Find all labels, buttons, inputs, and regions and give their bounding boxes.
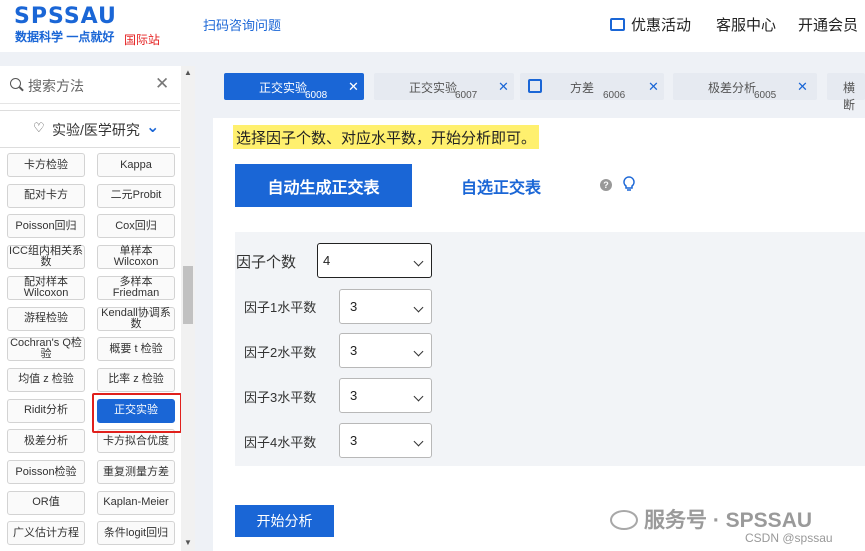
chevron-down-icon <box>413 346 424 357</box>
nav-membership[interactable]: 开通会员 <box>798 14 858 35</box>
method-button[interactable]: OR值 <box>7 490 85 515</box>
checkbox-icon <box>528 79 542 93</box>
chevron-down-icon <box>413 436 424 447</box>
scroll-up-icon[interactable]: ▲ <box>184 68 192 77</box>
nav-promotions[interactable]: 优惠活动 <box>610 14 691 35</box>
method-button[interactable]: Cochran's Q检验 <box>7 337 85 362</box>
method-button[interactable]: 比率 z 检验 <box>97 367 175 392</box>
sidebar-scrollbar[interactable]: ▲ ▼ <box>181 66 195 551</box>
scroll-down-icon[interactable]: ▼ <box>184 538 192 547</box>
category-header[interactable]: ♡ 实验/医学研究 ⌄ <box>0 110 180 148</box>
mode-switch: 自动生成正交表 自选正交表 <box>235 164 590 207</box>
custom-table-button[interactable]: 自选正交表 <box>412 164 590 207</box>
level-select-4[interactable]: 3 <box>339 423 432 458</box>
method-button[interactable]: 条件logit回归 <box>97 521 175 546</box>
category-label: 实验/医学研究 <box>52 122 140 138</box>
level-label: 因子4水平数 <box>244 435 317 450</box>
method-button[interactable]: 二元Probit <box>97 183 175 208</box>
method-button[interactable]: Cox回归 <box>97 214 175 239</box>
method-button[interactable]: ICC组内相关系数 <box>7 245 85 270</box>
level-label: 因子2水平数 <box>244 345 317 360</box>
search-input[interactable]: 搜索方法 <box>28 76 84 96</box>
method-button[interactable]: 广义估计方程 <box>7 521 85 546</box>
tab-orthogonal-6007[interactable]: 正交实验 6007 ✕ <box>374 73 514 101</box>
method-button[interactable]: Kendall协调系数 <box>97 306 175 331</box>
method-button[interactable]: Ridit分析 <box>7 398 85 423</box>
tab-anova-6006[interactable]: 方差 6006 ✕ <box>520 73 664 101</box>
promo-icon <box>610 18 625 31</box>
method-button[interactable]: 游程检验 <box>7 306 85 331</box>
method-button[interactable]: 概要 t 检验 <box>97 337 175 362</box>
auto-generate-button[interactable]: 自动生成正交表 <box>235 164 412 207</box>
hint-text: 选择因子个数、对应水平数，开始分析即可。 <box>233 125 540 149</box>
csdn-watermark: CSDN @spssau <box>745 531 833 545</box>
help-icon[interactable]: ? <box>600 179 612 191</box>
level-select-1[interactable]: 3 <box>339 289 432 324</box>
intl-site-link[interactable]: 国际站 <box>124 31 160 48</box>
tab-range-6005[interactable]: 极差分析 6005 ✕ <box>673 73 817 101</box>
method-button[interactable]: 卡方检验 <box>7 153 85 177</box>
method-button[interactable]: Kaplan-Meier <box>97 490 175 515</box>
close-icon[interactable]: ✕ <box>498 79 509 95</box>
chevron-down-icon <box>413 256 424 267</box>
top-bar: SPSSAU 数据科学 一点就好 国际站 扫码咨询问题 优惠活动 客服中心 开通… <box>0 0 865 52</box>
lightbulb-icon[interactable] <box>622 176 636 192</box>
tab-partial[interactable]: 横断 <box>827 73 865 112</box>
highlight-box <box>92 393 182 433</box>
nav-service[interactable]: 客服中心 <box>716 14 776 35</box>
start-analysis-button[interactable]: 开始分析 <box>235 505 334 537</box>
method-button[interactable]: 均值 z 检验 <box>7 367 85 392</box>
method-button[interactable]: 单样本Wilcoxon <box>97 245 175 270</box>
chevron-down-icon[interactable]: ⌄ <box>146 117 159 137</box>
method-button[interactable]: 多样本Friedman <box>97 275 175 300</box>
search-box[interactable]: 搜索方法 ✕ <box>0 66 180 104</box>
factor-count-select[interactable]: 4 <box>317 243 432 278</box>
scroll-thumb[interactable] <box>183 266 193 324</box>
level-label: 因子3水平数 <box>244 390 317 405</box>
wechat-icon <box>610 510 638 530</box>
tab-orthogonal-6008[interactable]: 正交实验 6008 ✕ <box>224 73 364 101</box>
level-select-3[interactable]: 3 <box>339 378 432 413</box>
scan-consult-link[interactable]: 扫码咨询问题 <box>203 15 281 34</box>
chevron-down-icon <box>413 302 424 313</box>
close-icon[interactable]: ✕ <box>797 79 808 95</box>
watermark: 服务号 · SPSSAU <box>610 504 812 534</box>
chevron-down-icon <box>413 391 424 402</box>
slogan: 数据科学 一点就好 <box>15 30 115 44</box>
search-icon <box>10 78 21 89</box>
method-button[interactable]: 极差分析 <box>7 429 85 454</box>
level-label: 因子1水平数 <box>244 300 317 315</box>
method-button[interactable]: 配对样本Wilcoxon <box>7 275 85 300</box>
method-button[interactable]: Poisson回归 <box>7 214 85 239</box>
level-select-2[interactable]: 3 <box>339 333 432 368</box>
close-icon[interactable]: ✕ <box>648 79 659 95</box>
close-icon[interactable]: ✕ <box>348 79 359 95</box>
method-button[interactable]: Kappa <box>97 153 175 177</box>
method-button[interactable]: 配对卡方 <box>7 183 85 208</box>
logo[interactable]: SPSSAU <box>14 4 117 29</box>
factor-count-label: 因子个数 <box>236 254 297 271</box>
method-button[interactable]: 重复测量方差 <box>97 460 175 484</box>
heart-icon: ♡ <box>33 120 45 135</box>
clear-icon[interactable]: ✕ <box>155 74 169 94</box>
method-button[interactable]: Poisson检验 <box>7 460 85 484</box>
